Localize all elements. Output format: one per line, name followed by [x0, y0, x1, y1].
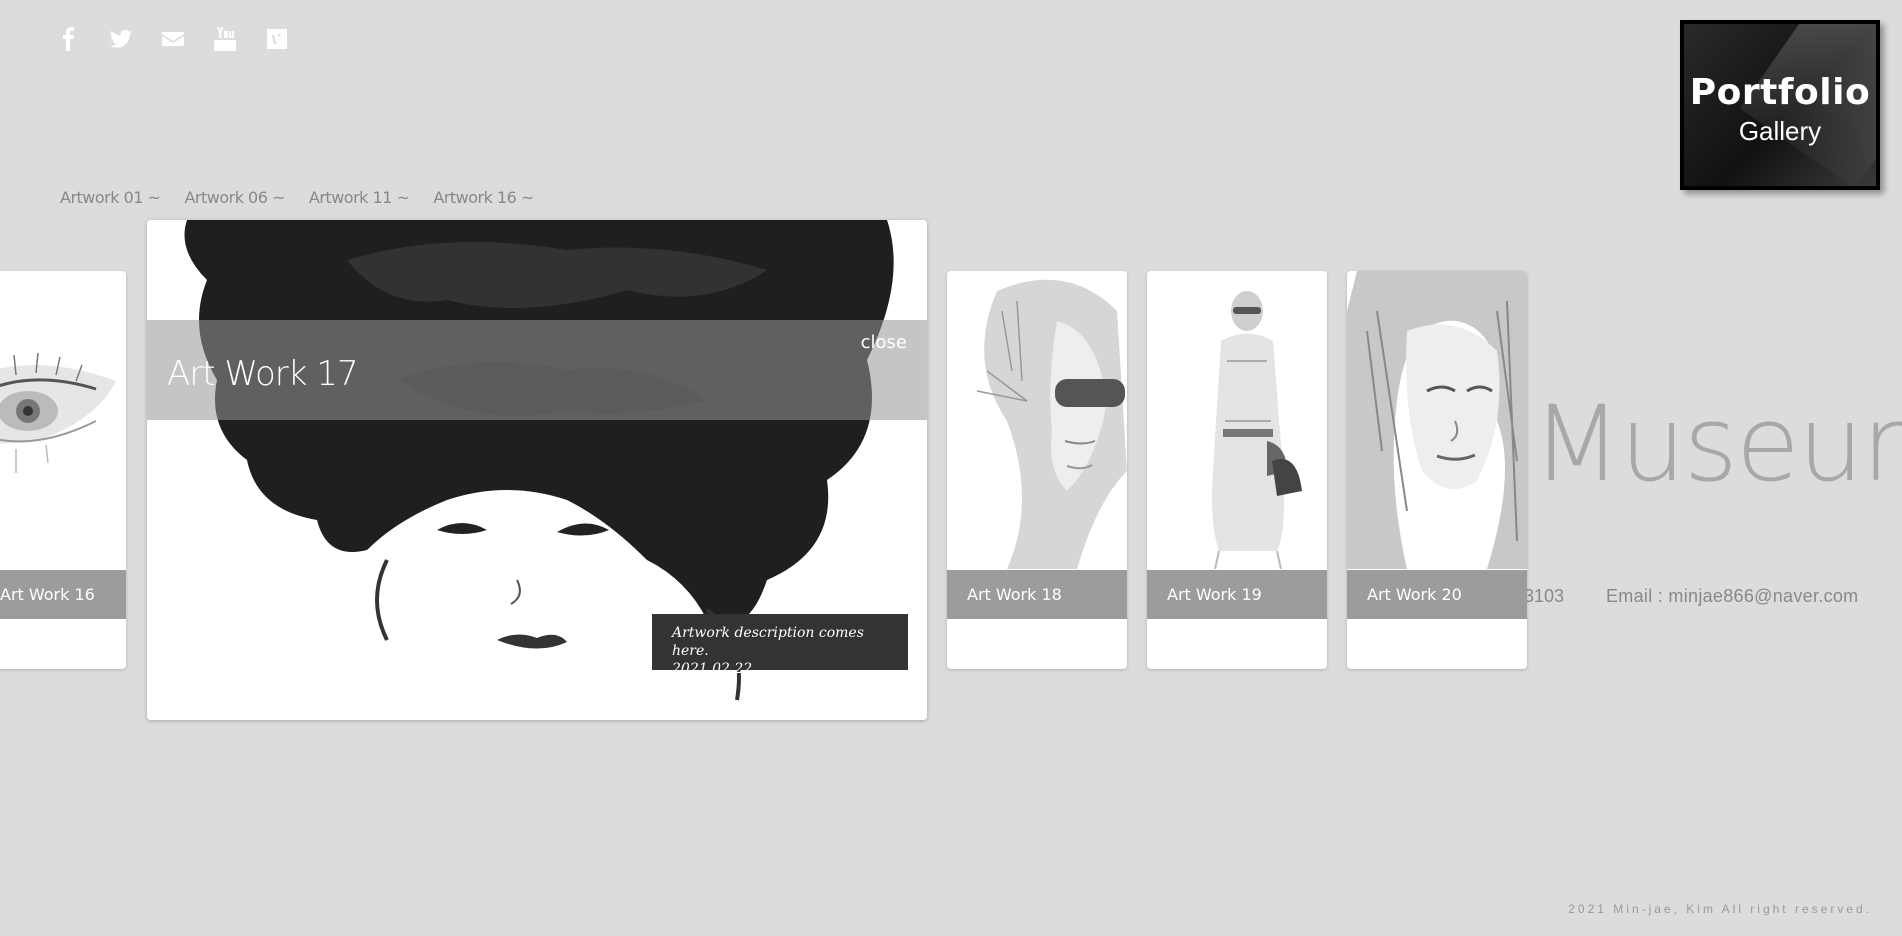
copyright-text: 2021 Min-jae, Kim All right reserved. [1568, 902, 1872, 916]
artwork-card-19[interactable]: Art Work 19 [1147, 271, 1327, 669]
featured-date: 2021.02.22 [672, 661, 753, 677]
artwork-19-image [1147, 271, 1327, 569]
artwork-card-18[interactable]: Art Work 18 [947, 271, 1127, 669]
artwork-20-image [1347, 271, 1527, 569]
logo-title: Portfolio [1689, 72, 1871, 113]
phone-text: 3103 [1524, 586, 1565, 606]
email-text[interactable]: Email : minjae866@naver.com [1606, 586, 1858, 607]
vimeo-icon[interactable] [264, 26, 290, 52]
featured-title-bar: Art Work 17 close [147, 320, 927, 420]
artwork-card-16[interactable]: Art Work 16 [0, 271, 126, 669]
artwork-nav: Artwork 01 ~ Artwork 06 ~ Artwork 11 ~ A… [60, 188, 534, 207]
logo-subtitle: Gallery [1738, 116, 1822, 146]
featured-artwork-card: Art Work 17 close Artwork description co… [147, 220, 927, 720]
close-button[interactable]: close [861, 332, 907, 353]
artwork-16-label: Art Work 16 [0, 570, 126, 619]
artwork-19-label: Art Work 19 [1147, 570, 1327, 619]
social-links [56, 26, 290, 52]
nav-item-artwork-06[interactable]: Artwork 06 ~ [184, 188, 285, 207]
artwork-card-20[interactable]: Art Work 20 [1347, 271, 1527, 669]
featured-description: Artwork description comes here. [672, 625, 864, 659]
nav-item-artwork-16[interactable]: Artwork 16 ~ [433, 188, 534, 207]
portfolio-gallery-logo[interactable]: Portfolio Gallery [1680, 20, 1880, 190]
nav-item-artwork-01[interactable]: Artwork 01 ~ [60, 188, 161, 207]
facebook-icon[interactable] [56, 26, 82, 52]
email-icon[interactable] [160, 26, 186, 52]
artwork-18-label: Art Work 18 [947, 570, 1127, 619]
artwork-18-image [947, 271, 1127, 569]
nav-item-artwork-11[interactable]: Artwork 11 ~ [309, 188, 410, 207]
museum-title: Museum [1532, 383, 1902, 505]
featured-title: Art Work 17 [167, 354, 359, 394]
twitter-icon[interactable] [108, 26, 134, 52]
artwork-16-image [0, 271, 126, 569]
youtube-icon[interactable] [212, 26, 238, 52]
featured-description-box: Artwork description comes here. 2021.02.… [652, 614, 908, 677]
artwork-20-label: Art Work 20 [1347, 570, 1527, 619]
